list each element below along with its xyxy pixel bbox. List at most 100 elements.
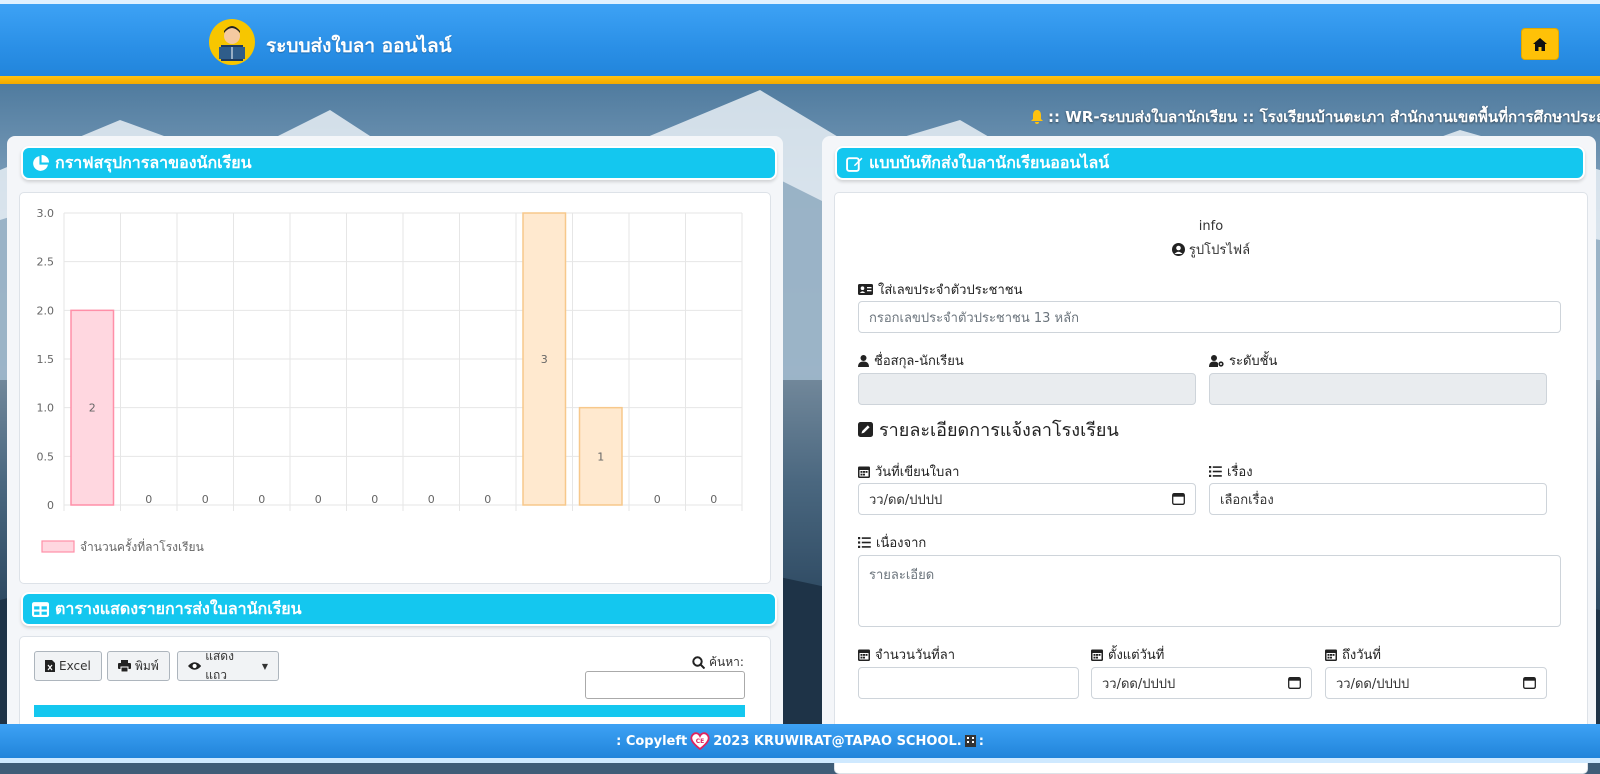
user-icon xyxy=(858,354,869,367)
bell-icon xyxy=(1031,110,1043,124)
reason-textarea[interactable]: รายละเอียด xyxy=(858,555,1561,627)
from-date-label: ตั้งแต่วันที่ xyxy=(1091,644,1164,665)
search-input[interactable] xyxy=(585,671,745,699)
days-label: จำนวนวันที่ลา xyxy=(858,644,955,665)
subject-label: เรื่อง xyxy=(1209,461,1253,482)
chart-legend-swatch xyxy=(41,540,75,553)
chart-data-label: 2 xyxy=(89,402,96,415)
column-visibility-button[interactable]: แสดงแถว ▼ xyxy=(177,649,279,682)
id-card-icon xyxy=(858,284,873,295)
chart-y-tick-label: 0 xyxy=(47,499,54,512)
chart-data-label: 0 xyxy=(202,493,209,506)
id-label-text: ใส่เลขประจำตัวประชาชน xyxy=(878,283,1023,298)
pie-chart-icon xyxy=(32,154,49,172)
table-card-title: ตารางแสดงรายการส่งใบลานักเรียน xyxy=(55,598,302,618)
user-circle-icon xyxy=(1171,243,1185,256)
calendar-icon xyxy=(1091,649,1103,661)
days-label-text: จำนวนวันที่ลา xyxy=(875,648,956,663)
footer-copyleft: : Copyleft xyxy=(616,733,688,749)
chart-data-label: 1 xyxy=(597,450,604,463)
svg-text:CE: CE xyxy=(696,738,705,745)
table-icon xyxy=(32,601,49,617)
write-date-input[interactable]: วว/ดด/ปปปป xyxy=(858,483,1196,515)
id-number-input[interactable]: กรอกเลขประจำตัวประชาชน 13 หลัก xyxy=(858,301,1561,333)
from-date-input[interactable]: วว/ดด/ปปปป xyxy=(1091,667,1312,699)
chart-data-label: 0 xyxy=(654,493,661,506)
heart-icon: CE xyxy=(690,732,710,750)
profile-picture-text: รูปโปรไฟล์ xyxy=(1188,243,1251,258)
home-button[interactable] xyxy=(1521,28,1559,60)
print-button-label: พิมพ์ xyxy=(135,658,159,673)
list-icon xyxy=(1209,466,1222,477)
to-date-label: ถึงวันที่ xyxy=(1325,644,1381,665)
subject-label-text: เรื่อง xyxy=(1227,465,1253,480)
excel-button-label: Excel xyxy=(59,659,91,673)
search-icon xyxy=(692,656,705,669)
file-excel-icon xyxy=(45,660,55,672)
marquee-text: :: WR-ระบบส่งใบลานักเรียน :: โรงเรียนบ้า… xyxy=(1048,108,1600,126)
chart-card-title: กราฟสรุปการลาของนักเรียน xyxy=(55,152,252,172)
form-card-title: แบบบันทึกส่งใบลานักเรียนออนไลน์ xyxy=(869,152,1110,172)
chart-y-tick-label: 2.5 xyxy=(37,256,55,269)
top-navbar: ระบบส่งใบลา ออนไลน์ xyxy=(0,0,1600,78)
calendar-picker-icon[interactable] xyxy=(1288,676,1301,689)
brand-title: ระบบส่งใบลา ออนไลน์ xyxy=(266,35,452,57)
student-name-label: ชื่อสกุล-นักเรียน xyxy=(858,350,964,371)
calendar-icon xyxy=(1325,649,1337,661)
calendar-picker-icon[interactable] xyxy=(1172,492,1185,505)
from-date-value: วว/ดด/ปปปป xyxy=(1102,676,1176,692)
calendar-icon xyxy=(858,466,870,478)
table-header-row xyxy=(34,705,745,717)
chart-data-label: 0 xyxy=(484,493,491,506)
edit-icon xyxy=(846,155,863,172)
print-icon xyxy=(118,660,131,672)
chart-data-label: 0 xyxy=(428,493,435,506)
chart-y-tick-label: 0.5 xyxy=(37,450,55,463)
list-icon xyxy=(858,537,871,548)
eye-icon xyxy=(188,662,202,670)
calendar-icon xyxy=(858,649,870,661)
profile-picture-label: รูปโปรไฟล์ xyxy=(835,239,1587,260)
building-icon xyxy=(964,735,976,747)
excel-button[interactable]: Excel xyxy=(34,651,102,681)
subject-select[interactable]: เลือกเรื่อง xyxy=(1209,483,1547,515)
chart-y-tick-label: 1.5 xyxy=(37,353,55,366)
student-name-label-text: ชื่อสกุล-นักเรียน xyxy=(874,354,964,369)
days-input[interactable] xyxy=(858,667,1079,699)
chart-data-label: 0 xyxy=(710,493,717,506)
pen-square-icon xyxy=(858,422,873,437)
to-date-label-text: ถึงวันที่ xyxy=(1342,648,1381,663)
search-label: ค้นหา: xyxy=(692,653,744,672)
chart-y-tick-label: 1.0 xyxy=(37,402,55,415)
chart-data-label: 0 xyxy=(258,493,265,506)
chart-data-label: 0 xyxy=(145,493,152,506)
reason-label-text: เนื่องจาก xyxy=(876,536,927,551)
class-level-input xyxy=(1209,373,1547,405)
table-card-header: ตารางแสดงรายการส่งใบลานักเรียน xyxy=(21,592,777,626)
announcement-marquee: :: WR-ระบบส่งใบลานักเรียน :: โรงเรียนบ้า… xyxy=(1030,105,1600,129)
subject-select-value: เลือกเรื่อง xyxy=(1220,492,1274,508)
footer-school: 2023 KRUWIRAT@TAPAO SCHOOL. xyxy=(713,733,962,749)
id-label: ใส่เลขประจำตัวประชาชน xyxy=(858,279,1023,300)
write-date-value: วว/ดด/ปปปป xyxy=(869,492,943,508)
student-reading-icon xyxy=(209,19,255,65)
reason-label: เนื่องจาก xyxy=(858,532,926,553)
id-number-placeholder: กรอกเลขประจำตัวประชาชน 13 หลัก xyxy=(869,310,1079,326)
footer: : Copyleft CE 2023 KRUWIRAT@TAPAO SCHOOL… xyxy=(0,724,1600,763)
form-card-body: info รูปโปรไฟล์ ใส่เลขประจำตัวประชาชน กร… xyxy=(834,192,1588,774)
home-icon xyxy=(1533,37,1547,51)
leave-bar-chart: 0 0.5 1.0 1.5 2.0 2.5 3.0 2 0 0 0 0 0 0 0 3 1 0 0 จำนวนครั้… xyxy=(37,207,743,554)
chart-data-label: 0 xyxy=(371,493,378,506)
search-label-text: ค้นหา: xyxy=(709,655,744,669)
print-button[interactable]: พิมพ์ xyxy=(107,651,170,681)
to-date-value: วว/ดด/ปปปป xyxy=(1336,676,1410,692)
to-date-input[interactable]: วว/ดด/ปปปป xyxy=(1325,667,1547,699)
caret-down-icon: ▼ xyxy=(261,661,268,671)
reason-placeholder: รายละเอียด xyxy=(869,568,935,583)
from-date-label-text: ตั้งแต่วันที่ xyxy=(1108,648,1165,663)
chart-data-label: 0 xyxy=(315,493,322,506)
user-cog-icon xyxy=(1209,354,1224,367)
class-level-label: ระดับชั้น xyxy=(1209,350,1277,371)
calendar-picker-icon[interactable] xyxy=(1523,676,1536,689)
leave-details-heading-text: รายละเอียดการแจ้งลาโรงเรียน xyxy=(879,420,1119,441)
